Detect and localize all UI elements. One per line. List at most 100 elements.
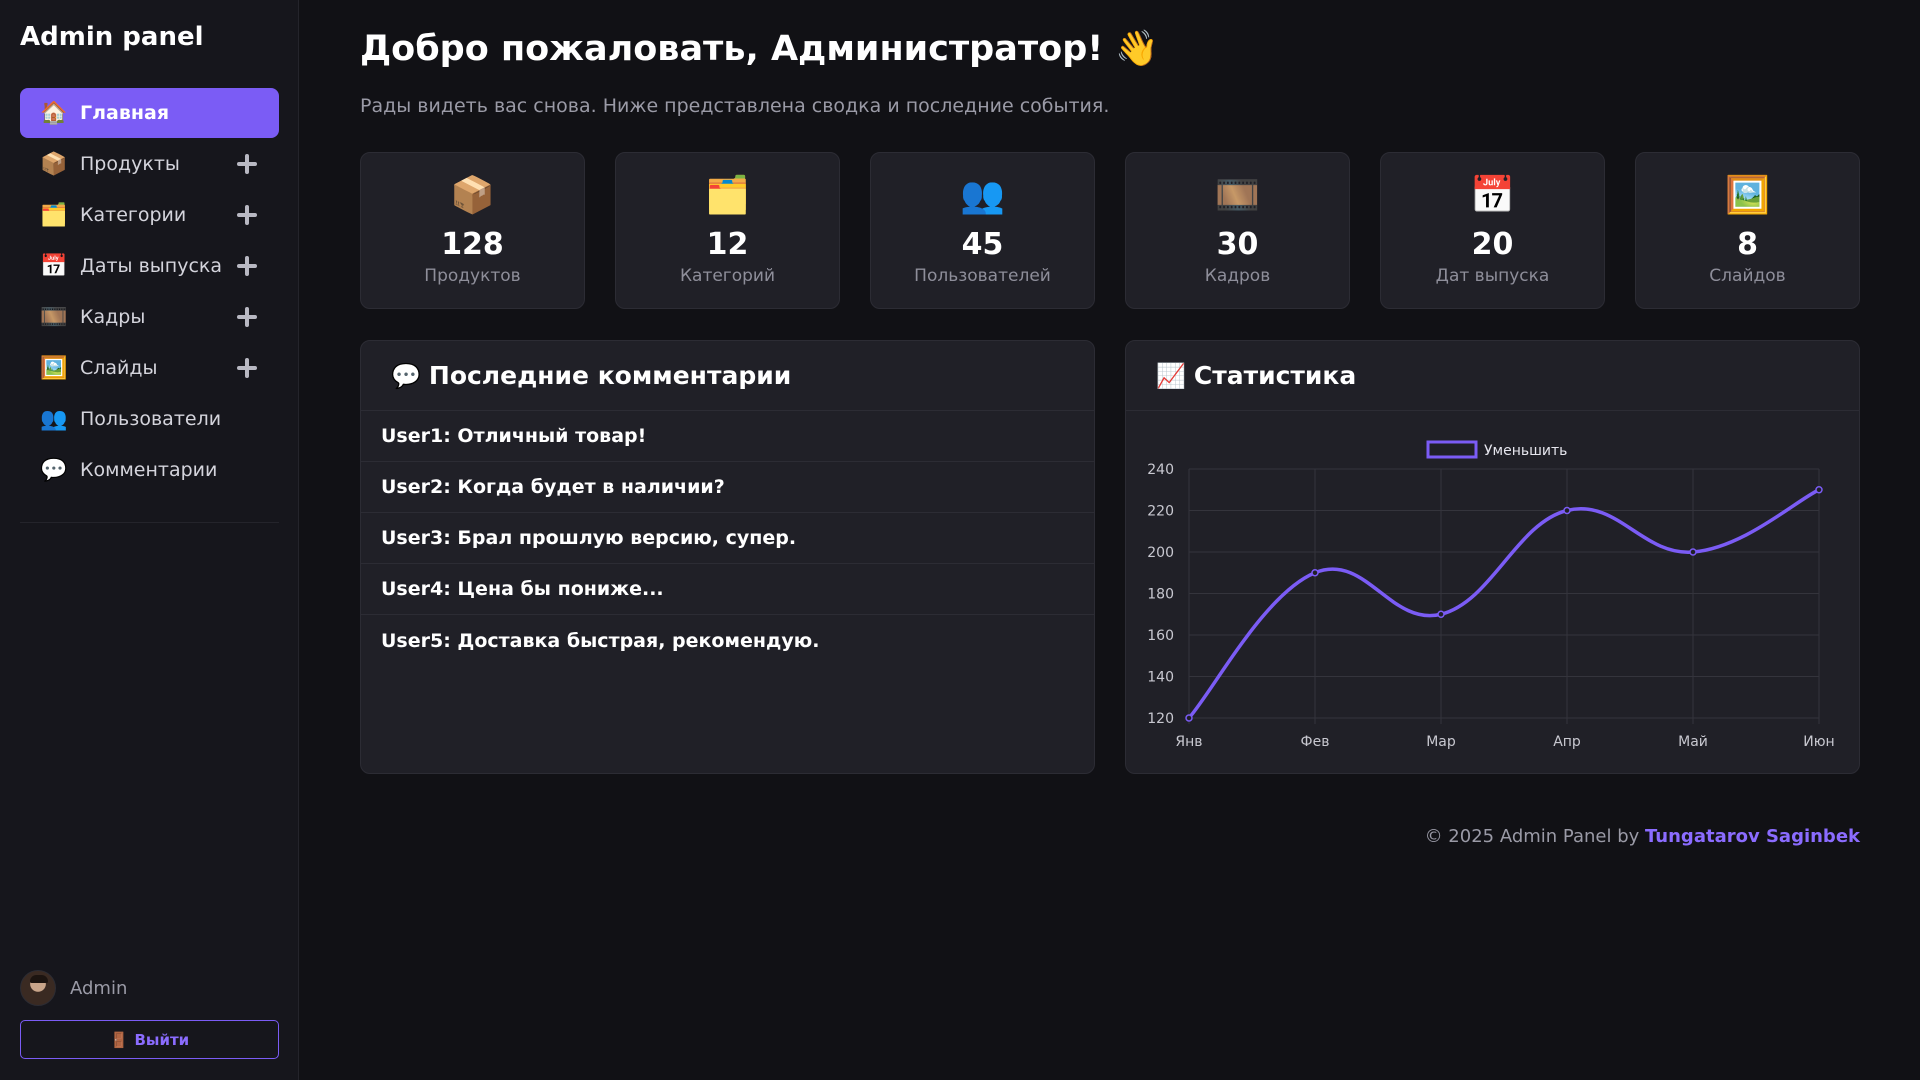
recent-comments-header: 💬 Последние комментарии	[361, 341, 1094, 411]
stats-row: 📦 128 Продуктов 🗂️ 12 Категорий 👥 45 Пол…	[360, 152, 1860, 309]
folder-icon: 🗂️	[705, 175, 750, 216]
stat-value: 12	[706, 227, 749, 262]
x-tick-label: Апр	[1553, 734, 1581, 750]
users-icon: 👥	[960, 175, 1005, 216]
data-point	[1185, 714, 1193, 722]
data-point	[1815, 486, 1823, 494]
sidebar-item-frames[interactable]: 🎞️ Кадры	[20, 292, 279, 342]
author-link[interactable]: Tungatarov Saginbek	[1645, 826, 1860, 847]
user-name: Admin	[70, 977, 128, 999]
x-tick-label: Мар	[1426, 734, 1456, 750]
recent-comments-title: Последние комментарии	[428, 361, 792, 390]
add-category-plus-icon[interactable]	[235, 203, 259, 227]
stat-card-frames: 🎞️ 30 Кадров	[1125, 152, 1350, 309]
package-icon: 📦	[450, 175, 495, 216]
comment-item: User1: Отличный товар!	[361, 411, 1094, 462]
logout-label: Выйти	[134, 1030, 190, 1049]
sidebar-nav: 🏠 Главная 📦 Продукты 🗂️ Категории 📅 Даты…	[20, 88, 279, 496]
stat-card-products: 📦 128 Продуктов	[360, 152, 585, 309]
film-frames-icon: 🎞️	[1215, 175, 1260, 216]
y-tick-label: 240	[1147, 462, 1174, 478]
x-tick-label: Фев	[1301, 734, 1330, 750]
comment-item: User4: Цена бы пониже...	[361, 564, 1094, 615]
x-tick-label: Июн	[1803, 734, 1834, 750]
sidebar-item-slides[interactable]: 🖼️ Слайды	[20, 343, 279, 393]
y-tick-label: 140	[1147, 670, 1174, 686]
data-point	[1311, 569, 1319, 577]
stat-card-users: 👥 45 Пользователей	[870, 152, 1095, 309]
sidebar-item-label: Даты выпуска	[80, 255, 223, 277]
footer: © 2025 Admin Panel by Tungatarov Saginbe…	[1425, 826, 1860, 847]
comment-list: User1: Отличный товар! User2: Когда буде…	[361, 411, 1094, 666]
sidebar-item-label: Пользователи	[80, 408, 222, 430]
sidebar-item-products[interactable]: 📦 Продукты	[20, 139, 279, 189]
y-tick-label: 160	[1147, 628, 1174, 644]
home-icon: 🏠	[40, 100, 68, 126]
sidebar: Admin panel 🏠 Главная 📦 Продукты 🗂️ Кате…	[0, 0, 299, 1080]
sidebar-item-label: Слайды	[80, 357, 158, 379]
data-point	[1437, 610, 1445, 618]
recent-comments-panel: 💬 Последние комментарии User1: Отличный …	[360, 340, 1095, 774]
stat-label: Пользователей	[914, 266, 1051, 286]
stat-value: 8	[1737, 227, 1758, 262]
statistics-header: 📈 Статистика	[1126, 341, 1859, 411]
page-title: Добро пожаловать, Администратор! 👋	[360, 29, 1159, 69]
comment-item: User3: Брал прошлую версию, супер.	[361, 513, 1094, 564]
stat-value: 128	[441, 227, 504, 262]
series-line	[1187, 488, 1820, 720]
stat-label: Слайдов	[1709, 266, 1786, 286]
add-frame-plus-icon[interactable]	[235, 305, 259, 329]
y-tick-label: 180	[1147, 587, 1174, 603]
stat-card-slides: 🖼️ 8 Слайдов	[1635, 152, 1860, 309]
comment-item: User5: Доставка быстрая, рекомендую.	[381, 629, 820, 652]
add-slide-plus-icon[interactable]	[235, 356, 259, 380]
sidebar-item-users[interactable]: 👥 Пользователи	[20, 394, 279, 444]
y-tick-label: 220	[1147, 504, 1174, 520]
line-chart: 120 140 160 180 200 220 240 Янв Фев Мар Апр Май Июн У…	[1126, 412, 1859, 773]
sidebar-item-release-dates[interactable]: 📅 Даты выпуска	[20, 241, 279, 291]
sidebar-item-label: Комментарии	[80, 459, 218, 481]
sidebar-divider	[20, 522, 279, 523]
y-tick-label: 120	[1147, 711, 1174, 727]
line-chart-svg: 120 140 160 180 200 220 240 Янв Фев Мар Апр Май Июн У…	[1147, 440, 1835, 750]
stat-label: Категорий	[679, 266, 776, 286]
footer-text: © 2025 Admin Panel by	[1424, 826, 1645, 847]
data-point	[1689, 548, 1697, 556]
statistics-panel: 📈 Статистика 120 140 160 180 200 220 240 Янв Фев…	[1125, 340, 1860, 774]
stat-value: 45	[961, 227, 1004, 262]
sidebar-item-label: Категории	[80, 204, 187, 226]
sidebar-item-label: Главная	[80, 102, 170, 124]
door-icon: 🚪	[109, 1030, 129, 1049]
calendar-icon: 📅	[1470, 175, 1515, 216]
add-release-date-plus-icon[interactable]	[235, 254, 259, 278]
calendar-icon: 📅	[40, 253, 68, 279]
sidebar-item-home[interactable]: 🏠 Главная	[20, 88, 279, 138]
legend-label: Уменьшить	[1484, 443, 1567, 459]
package-icon: 📦	[40, 151, 68, 177]
avatar	[20, 970, 56, 1006]
sidebar-item-categories[interactable]: 🗂️ Категории	[20, 190, 279, 240]
speech-bubble-icon: 💬	[40, 457, 68, 483]
legend-swatch	[1426, 440, 1478, 459]
stat-label: Дат выпуска	[1435, 266, 1550, 286]
brand-title: Admin panel	[20, 22, 204, 52]
film-frames-icon: 🎞️	[40, 304, 68, 330]
folder-icon: 🗂️	[40, 202, 68, 228]
speech-bubble-icon: 💬	[391, 361, 421, 390]
sidebar-item-comments[interactable]: 💬 Комментарии	[20, 445, 279, 495]
statistics-title: Статистика	[1193, 361, 1357, 390]
stat-label: Продуктов	[424, 266, 521, 286]
stat-card-release-dates: 📅 20 Дат выпуска	[1380, 152, 1605, 309]
logout-button[interactable]: 🚪 Выйти	[20, 1020, 279, 1059]
add-product-plus-icon[interactable]	[235, 152, 259, 176]
y-tick-label: 200	[1147, 545, 1174, 561]
picture-icon: 🖼️	[40, 355, 68, 381]
comment-item: User2: Когда будет в наличии?	[361, 462, 1094, 513]
stat-value: 30	[1216, 227, 1259, 262]
stat-label: Кадров	[1204, 266, 1271, 286]
x-tick-label: Янв	[1175, 734, 1202, 750]
x-tick-label: Май	[1678, 734, 1708, 750]
users-icon: 👥	[40, 406, 68, 432]
data-point	[1563, 506, 1571, 515]
stat-card-categories: 🗂️ 12 Категорий	[615, 152, 840, 309]
